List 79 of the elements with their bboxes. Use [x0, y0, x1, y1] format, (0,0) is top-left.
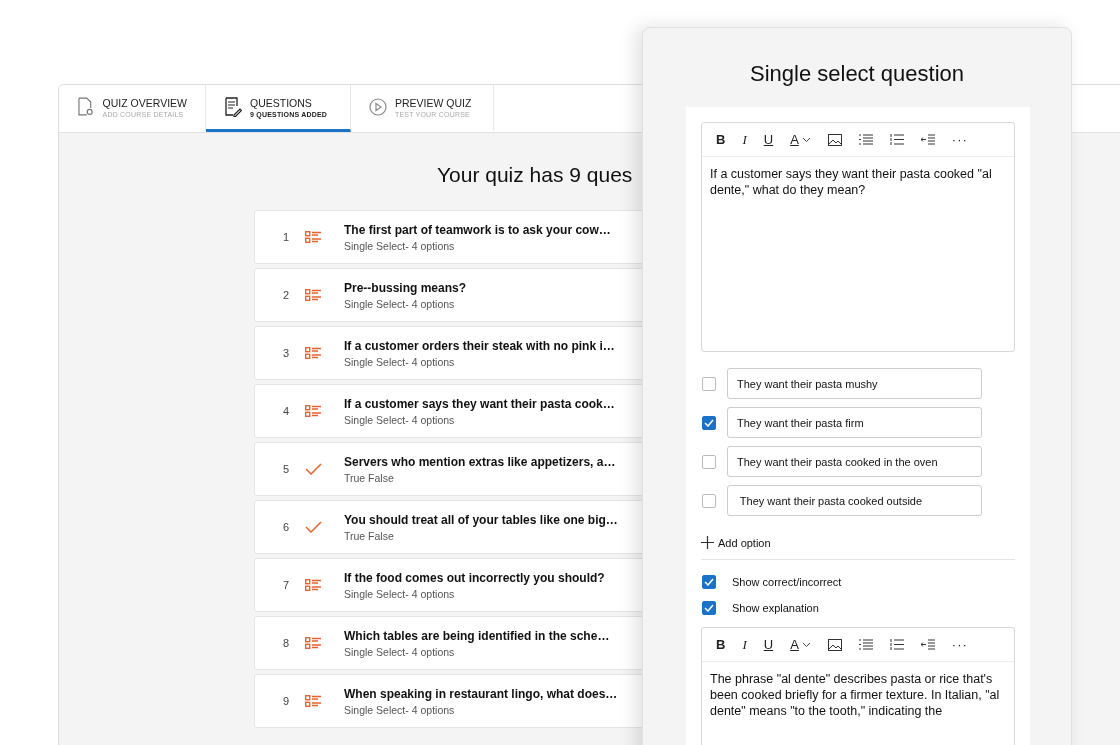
question-type: Single Select- 4 options: [344, 297, 456, 310]
underline-button[interactable]: U: [763, 637, 774, 652]
question-type: Single Select- 4 options: [344, 587, 456, 600]
question-type: Single Select- 4 options: [344, 355, 456, 368]
question-title: The first part of teamwork is to ask your cow…: [344, 222, 611, 237]
caret-icon: [801, 136, 811, 143]
question-type: Single Select- 4 options: [344, 413, 456, 426]
checkbox[interactable]: [702, 575, 716, 589]
numbered-list-icon[interactable]: [889, 134, 904, 145]
question-title: If a customer says they want their pasta cook…: [344, 396, 615, 411]
option-field[interactable]: They want their pasta cooked in the oven: [727, 446, 982, 477]
add-option-button[interactable]: Add option: [701, 536, 781, 549]
checkbox[interactable]: [702, 415, 716, 430]
play-icon: [369, 98, 387, 116]
question-title: Which tables are being identified in the sche…: [344, 628, 610, 643]
question-title: Pre--bussing means?: [344, 280, 467, 295]
question-title: If a customer orders their steak with no pink i…: [344, 338, 615, 353]
plus-icon: [701, 536, 714, 549]
question-title: You should treat all of your tables like one big…: [344, 512, 618, 527]
more-button[interactable]: ···: [951, 132, 968, 147]
question-number: 2: [281, 289, 291, 301]
question-type: True False: [344, 529, 395, 542]
bold-button[interactable]: B: [716, 132, 726, 147]
question-type: Single Select- 4 options: [344, 703, 456, 716]
checkbox[interactable]: [702, 601, 716, 615]
option-field[interactable]: They want their pasta firm: [727, 407, 982, 438]
checklist-icon: [305, 347, 322, 359]
panel-title: Single select question: [749, 61, 965, 87]
checkbox[interactable]: [702, 376, 716, 391]
outdent-icon[interactable]: [920, 134, 935, 145]
image-icon[interactable]: [827, 638, 842, 651]
more-button[interactable]: ···: [951, 637, 968, 652]
italic-button[interactable]: I: [742, 131, 747, 148]
checklist-icon: [305, 637, 322, 649]
question-number: 7: [281, 579, 291, 591]
question-number: 8: [281, 637, 291, 649]
italic-button[interactable]: I: [742, 636, 747, 653]
image-icon[interactable]: [827, 133, 842, 146]
checkbox[interactable]: [702, 493, 716, 508]
editor-text: If a customer says they want their pasta cooked "al dente," what do they mean?: [709, 166, 993, 199]
checkbox[interactable]: [702, 454, 716, 469]
checklist-icon: [305, 231, 322, 243]
option-field[interactable]: They want their pasta mushy: [727, 368, 982, 399]
question-type: True False: [344, 471, 395, 484]
setting-label: Show correct/incorrect: [732, 576, 842, 588]
question-title: When speaking in restaurant lingo, what does…: [344, 686, 618, 701]
question-number: 1: [281, 231, 291, 243]
bullet-list-icon[interactable]: [858, 134, 873, 145]
question-number: 3: [281, 347, 291, 359]
option-field[interactable]: They want their pasta cooked outside: [727, 485, 982, 516]
text-editor[interactable]: B I U A ··· If a customer says they want their pasta cooked "al dente," what do they mean?: [701, 122, 1015, 352]
question-title: If the food comes out incorrectly you should?: [344, 570, 605, 585]
bullet-list-icon[interactable]: [858, 639, 873, 650]
question-type: Single Select- 4 options: [344, 239, 456, 252]
question-number: 4: [281, 405, 291, 417]
quiz-heading: Your quiz has 9 ques: [437, 163, 633, 187]
text-editor[interactable]: B I U A ··· The phrase "al dente" describes pasta or rice that's been cooked briefly for a firmer texture. In Italian, "al dente" means "to the tooth," indicating the: [701, 627, 1015, 745]
question-title: Servers who mention extras like appetizers, a…: [344, 454, 616, 469]
question-number: 9: [281, 695, 291, 707]
checklist-icon: [305, 405, 322, 417]
question-type: Single Select- 4 options: [344, 645, 456, 658]
checklist-icon: [305, 289, 322, 301]
editor-text: The phrase "al dente" describes pasta or rice that's been cooked briefly for a firmer texture. In Italian, "al dente" means "to the tooth," indicating the: [709, 671, 1001, 720]
outdent-icon[interactable]: [920, 639, 935, 650]
text-color-button[interactable]: A: [790, 132, 811, 147]
checklist-icon: [305, 695, 322, 707]
list-pen-icon: [224, 97, 242, 117]
question-number: 6: [281, 521, 291, 533]
setting-label: Show explanation: [732, 602, 819, 614]
underline-button[interactable]: U: [763, 132, 774, 147]
text-color-button[interactable]: A: [790, 637, 811, 652]
checkmark-icon: [305, 521, 322, 533]
checkmark-icon: [305, 463, 322, 475]
document-gear-icon: [77, 97, 95, 117]
bold-button[interactable]: B: [716, 637, 726, 652]
checklist-icon: [305, 579, 322, 591]
numbered-list-icon[interactable]: [889, 639, 904, 650]
caret-icon: [801, 641, 811, 648]
question-number: 5: [281, 463, 291, 475]
